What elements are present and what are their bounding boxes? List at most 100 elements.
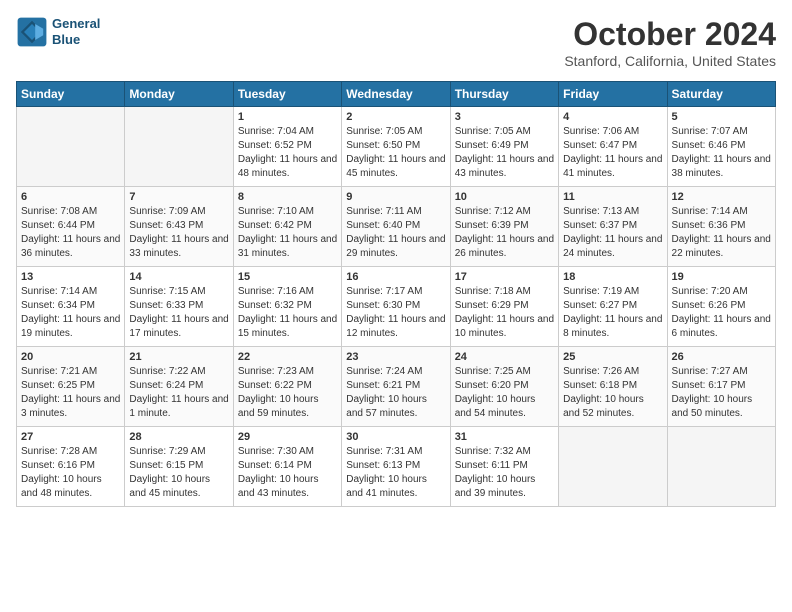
day-info: Sunrise: 7:25 AM Sunset: 6:20 PM Dayligh… bbox=[455, 365, 554, 421]
weekday-header-cell: Sunday bbox=[17, 82, 125, 107]
calendar-day-cell: 12 Sunrise: 7:14 AM Sunset: 6:36 PM Dayl… bbox=[667, 187, 775, 267]
day-number: 9 bbox=[346, 191, 445, 203]
day-number: 22 bbox=[238, 351, 337, 363]
sunrise-text: Sunrise: 7:04 AM bbox=[238, 126, 314, 137]
location: Stanford, California, United States bbox=[564, 53, 776, 69]
sunrise-text: Sunrise: 7:27 AM bbox=[672, 366, 748, 377]
day-number: 28 bbox=[129, 431, 228, 443]
calendar-day-cell: 4 Sunrise: 7:06 AM Sunset: 6:47 PM Dayli… bbox=[559, 107, 667, 187]
sunrise-text: Sunrise: 7:16 AM bbox=[238, 286, 314, 297]
day-number: 18 bbox=[563, 271, 662, 283]
daylight-text: Daylight: 11 hours and 1 minute. bbox=[129, 394, 228, 419]
calendar-day-cell: 26 Sunrise: 7:27 AM Sunset: 6:17 PM Dayl… bbox=[667, 347, 775, 427]
daylight-text: Daylight: 11 hours and 43 minutes. bbox=[455, 154, 554, 179]
sunrise-text: Sunrise: 7:23 AM bbox=[238, 366, 314, 377]
sunrise-text: Sunrise: 7:05 AM bbox=[346, 126, 422, 137]
calendar-day-cell: 20 Sunrise: 7:21 AM Sunset: 6:25 PM Dayl… bbox=[17, 347, 125, 427]
sunrise-text: Sunrise: 7:24 AM bbox=[346, 366, 422, 377]
daylight-text: Daylight: 11 hours and 41 minutes. bbox=[563, 154, 662, 179]
calendar-day-cell: 3 Sunrise: 7:05 AM Sunset: 6:49 PM Dayli… bbox=[450, 107, 558, 187]
daylight-text: Daylight: 11 hours and 15 minutes. bbox=[238, 314, 337, 339]
sunrise-text: Sunrise: 7:07 AM bbox=[672, 126, 748, 137]
calendar-day-cell: 11 Sunrise: 7:13 AM Sunset: 6:37 PM Dayl… bbox=[559, 187, 667, 267]
day-number: 14 bbox=[129, 271, 228, 283]
sunset-text: Sunset: 6:13 PM bbox=[346, 460, 420, 471]
calendar-day-cell: 27 Sunrise: 7:28 AM Sunset: 6:16 PM Dayl… bbox=[17, 427, 125, 507]
daylight-text: Daylight: 11 hours and 24 minutes. bbox=[563, 234, 662, 259]
day-number: 5 bbox=[672, 111, 771, 123]
calendar-body: 1 Sunrise: 7:04 AM Sunset: 6:52 PM Dayli… bbox=[17, 107, 776, 507]
calendar-day-cell: 1 Sunrise: 7:04 AM Sunset: 6:52 PM Dayli… bbox=[233, 107, 341, 187]
page-header: General Blue October 2024 Stanford, Cali… bbox=[16, 16, 776, 69]
calendar-day-cell: 30 Sunrise: 7:31 AM Sunset: 6:13 PM Dayl… bbox=[342, 427, 450, 507]
logo-text: General Blue bbox=[52, 16, 100, 47]
daylight-text: Daylight: 11 hours and 36 minutes. bbox=[21, 234, 120, 259]
calendar-day-cell: 2 Sunrise: 7:05 AM Sunset: 6:50 PM Dayli… bbox=[342, 107, 450, 187]
day-number: 15 bbox=[238, 271, 337, 283]
calendar-day-cell: 13 Sunrise: 7:14 AM Sunset: 6:34 PM Dayl… bbox=[17, 267, 125, 347]
logo-icon bbox=[16, 16, 48, 48]
sunset-text: Sunset: 6:14 PM bbox=[238, 460, 312, 471]
sunrise-text: Sunrise: 7:19 AM bbox=[563, 286, 639, 297]
calendar-day-cell: 24 Sunrise: 7:25 AM Sunset: 6:20 PM Dayl… bbox=[450, 347, 558, 427]
weekday-header-cell: Monday bbox=[125, 82, 233, 107]
weekday-header-cell: Tuesday bbox=[233, 82, 341, 107]
day-number: 3 bbox=[455, 111, 554, 123]
calendar-day-cell: 29 Sunrise: 7:30 AM Sunset: 6:14 PM Dayl… bbox=[233, 427, 341, 507]
daylight-text: Daylight: 11 hours and 19 minutes. bbox=[21, 314, 120, 339]
day-number: 30 bbox=[346, 431, 445, 443]
sunset-text: Sunset: 6:26 PM bbox=[672, 300, 746, 311]
day-info: Sunrise: 7:23 AM Sunset: 6:22 PM Dayligh… bbox=[238, 365, 337, 421]
day-number: 6 bbox=[21, 191, 120, 203]
sunset-text: Sunset: 6:46 PM bbox=[672, 140, 746, 151]
sunset-text: Sunset: 6:17 PM bbox=[672, 380, 746, 391]
day-info: Sunrise: 7:32 AM Sunset: 6:11 PM Dayligh… bbox=[455, 445, 554, 501]
weekday-header-cell: Thursday bbox=[450, 82, 558, 107]
day-number: 25 bbox=[563, 351, 662, 363]
day-number: 4 bbox=[563, 111, 662, 123]
sunset-text: Sunset: 6:29 PM bbox=[455, 300, 529, 311]
day-info: Sunrise: 7:26 AM Sunset: 6:18 PM Dayligh… bbox=[563, 365, 662, 421]
day-number: 16 bbox=[346, 271, 445, 283]
sunset-text: Sunset: 6:39 PM bbox=[455, 220, 529, 231]
sunrise-text: Sunrise: 7:10 AM bbox=[238, 206, 314, 217]
daylight-text: Daylight: 11 hours and 12 minutes. bbox=[346, 314, 445, 339]
calendar-day-cell: 28 Sunrise: 7:29 AM Sunset: 6:15 PM Dayl… bbox=[125, 427, 233, 507]
calendar-day-cell: 21 Sunrise: 7:22 AM Sunset: 6:24 PM Dayl… bbox=[125, 347, 233, 427]
sunset-text: Sunset: 6:30 PM bbox=[346, 300, 420, 311]
day-number: 17 bbox=[455, 271, 554, 283]
daylight-text: Daylight: 10 hours and 59 minutes. bbox=[238, 394, 319, 419]
daylight-text: Daylight: 11 hours and 48 minutes. bbox=[238, 154, 337, 179]
sunset-text: Sunset: 6:22 PM bbox=[238, 380, 312, 391]
daylight-text: Daylight: 11 hours and 6 minutes. bbox=[672, 314, 771, 339]
sunrise-text: Sunrise: 7:13 AM bbox=[563, 206, 639, 217]
day-info: Sunrise: 7:04 AM Sunset: 6:52 PM Dayligh… bbox=[238, 125, 337, 181]
month-title: October 2024 bbox=[564, 16, 776, 53]
day-number: 27 bbox=[21, 431, 120, 443]
logo: General Blue bbox=[16, 16, 100, 48]
day-info: Sunrise: 7:11 AM Sunset: 6:40 PM Dayligh… bbox=[346, 205, 445, 261]
sunset-text: Sunset: 6:36 PM bbox=[672, 220, 746, 231]
sunset-text: Sunset: 6:37 PM bbox=[563, 220, 637, 231]
sunset-text: Sunset: 6:34 PM bbox=[21, 300, 95, 311]
daylight-text: Daylight: 10 hours and 45 minutes. bbox=[129, 474, 210, 499]
sunrise-text: Sunrise: 7:09 AM bbox=[129, 206, 205, 217]
sunset-text: Sunset: 6:43 PM bbox=[129, 220, 203, 231]
calendar-day-cell: 8 Sunrise: 7:10 AM Sunset: 6:42 PM Dayli… bbox=[233, 187, 341, 267]
calendar-week-row: 6 Sunrise: 7:08 AM Sunset: 6:44 PM Dayli… bbox=[17, 187, 776, 267]
calendar-day-cell: 18 Sunrise: 7:19 AM Sunset: 6:27 PM Dayl… bbox=[559, 267, 667, 347]
day-info: Sunrise: 7:21 AM Sunset: 6:25 PM Dayligh… bbox=[21, 365, 120, 421]
day-number: 12 bbox=[672, 191, 771, 203]
daylight-text: Daylight: 11 hours and 17 minutes. bbox=[129, 314, 228, 339]
sunrise-text: Sunrise: 7:17 AM bbox=[346, 286, 422, 297]
day-info: Sunrise: 7:14 AM Sunset: 6:34 PM Dayligh… bbox=[21, 285, 120, 341]
calendar-day-cell: 25 Sunrise: 7:26 AM Sunset: 6:18 PM Dayl… bbox=[559, 347, 667, 427]
daylight-text: Daylight: 10 hours and 48 minutes. bbox=[21, 474, 102, 499]
calendar-day-cell: 14 Sunrise: 7:15 AM Sunset: 6:33 PM Dayl… bbox=[125, 267, 233, 347]
sunset-text: Sunset: 6:40 PM bbox=[346, 220, 420, 231]
day-info: Sunrise: 7:19 AM Sunset: 6:27 PM Dayligh… bbox=[563, 285, 662, 341]
sunset-text: Sunset: 6:21 PM bbox=[346, 380, 420, 391]
sunset-text: Sunset: 6:24 PM bbox=[129, 380, 203, 391]
calendar-day-cell: 19 Sunrise: 7:20 AM Sunset: 6:26 PM Dayl… bbox=[667, 267, 775, 347]
calendar-day-cell: 16 Sunrise: 7:17 AM Sunset: 6:30 PM Dayl… bbox=[342, 267, 450, 347]
